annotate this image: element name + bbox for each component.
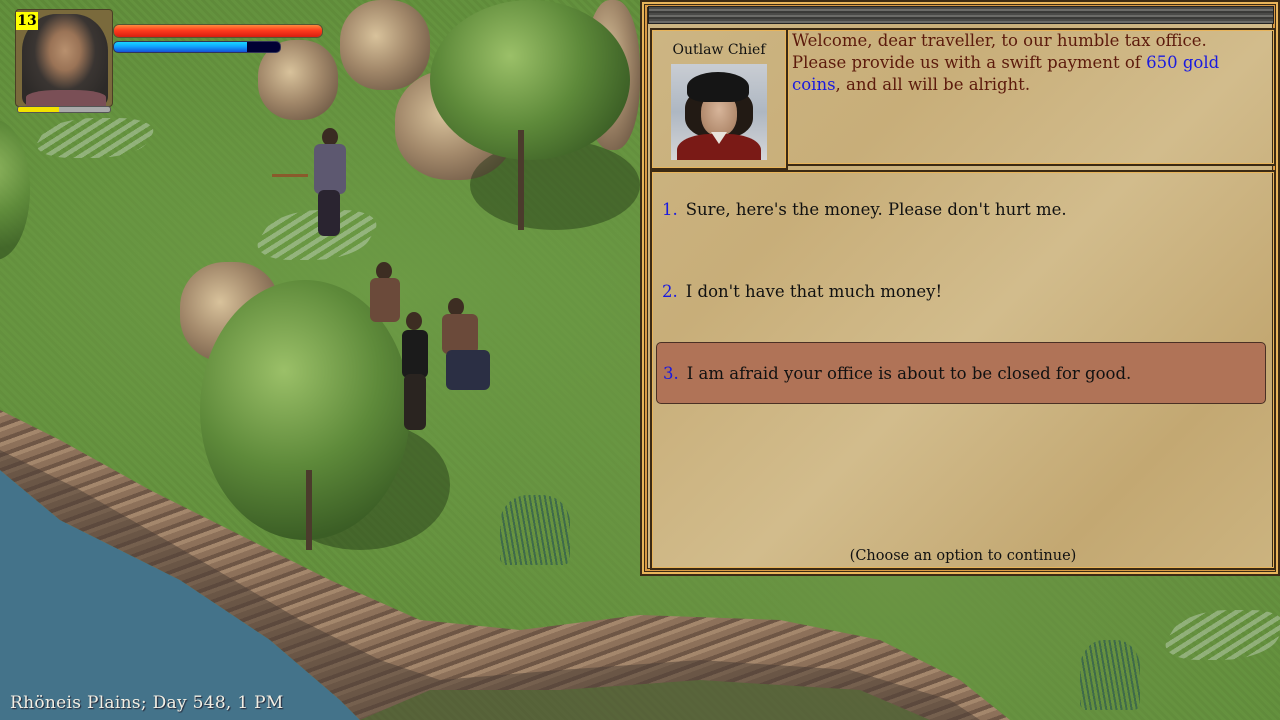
speech-segment: Welcome, dear traveller, to our humble t… [792, 31, 1207, 72]
stone-tiles [28, 118, 162, 158]
dialog-option-2[interactable]: 2. I don't have that much money! [656, 260, 1266, 322]
stone-tiles [1155, 610, 1280, 660]
npc-info-box: Outlaw Chief [650, 28, 788, 170]
dialog-option-3[interactable]: 3. I am afraid your office is about to b… [656, 342, 1266, 404]
outlaw-npc[interactable] [438, 298, 498, 398]
speech-segment: , and all will be alright. [835, 75, 1031, 94]
portrait-clothing [26, 90, 106, 106]
npc-speech-text: Welcome, dear traveller, to our humble t… [792, 30, 1266, 96]
experience-bar [17, 106, 111, 113]
health-bar-fill [114, 25, 322, 37]
character-body [314, 144, 346, 194]
character-legs [404, 374, 426, 430]
npc-name: Outlaw Chief [672, 42, 766, 58]
experience-bar-fill [18, 107, 60, 112]
character-body [402, 330, 428, 378]
companion-character[interactable] [398, 312, 438, 432]
boulder [340, 0, 430, 90]
character-head [406, 312, 422, 330]
dialog-titlebar [648, 6, 1274, 24]
mana-bar [113, 41, 281, 53]
tree-trunk [306, 470, 312, 550]
option-text: I am afraid your office is about to be c… [686, 363, 1132, 383]
player-character[interactable] [272, 128, 360, 238]
health-bar [113, 24, 323, 38]
npc-portrait-hat [687, 72, 749, 102]
tree [430, 0, 630, 160]
level-badge: 13 [16, 12, 38, 30]
option-text: Sure, here's the money. Please don't hur… [685, 199, 1067, 219]
dialog-panel: Outlaw Chief Welcome, dear traveller, to… [640, 0, 1280, 576]
tree [0, 120, 30, 260]
hammer-icon [272, 174, 308, 177]
speech-highlight-amount: 650 [1146, 53, 1178, 72]
tree-trunk [518, 130, 524, 230]
character-legs [446, 350, 490, 390]
option-number: 1. [662, 199, 678, 219]
option-number: 3. [663, 363, 679, 383]
npc-portrait [671, 64, 767, 160]
mana-bar-fill [114, 42, 247, 52]
option-text: I don't have that much money! [685, 281, 943, 301]
continue-hint: (Choose an option to continue) [849, 548, 1077, 564]
dialog-options: 1. Sure, here's the money. Please don't … [650, 170, 1276, 570]
location-time-status: Rhöneis Plains; Day 548, 1 PM [10, 693, 284, 713]
character-body [370, 278, 400, 322]
character-body [442, 314, 478, 354]
bush [500, 495, 570, 565]
bush [1080, 640, 1140, 710]
option-number: 2. [662, 281, 678, 301]
character-legs [318, 190, 340, 236]
dialog-option-1[interactable]: 1. Sure, here's the money. Please don't … [656, 178, 1266, 240]
npc-speech-box: Welcome, dear traveller, to our humble t… [786, 28, 1276, 166]
